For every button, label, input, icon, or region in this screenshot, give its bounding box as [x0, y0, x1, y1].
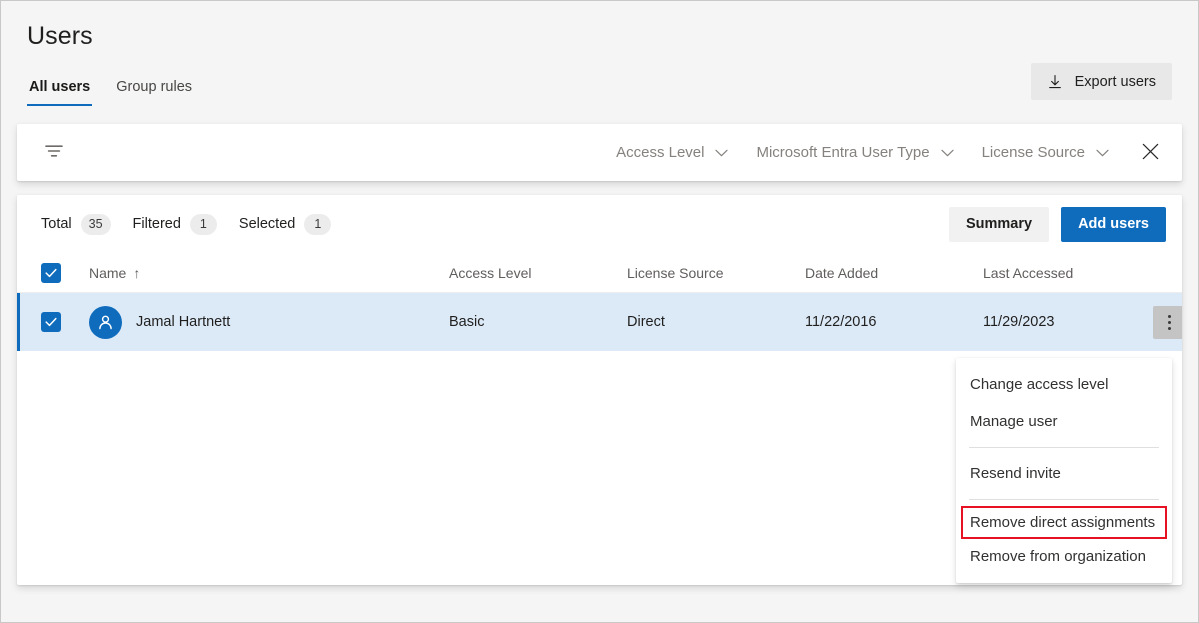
row-select-cell — [41, 312, 89, 332]
column-header-license-source[interactable]: License Source — [627, 265, 805, 281]
column-header-date-added[interactable]: Date Added — [805, 265, 983, 281]
row-license-source: Direct — [627, 314, 805, 330]
count-total-label: Total — [41, 216, 72, 232]
menu-item-remove-from-organization[interactable]: Remove from organization — [956, 538, 1172, 575]
row-access-level: Basic — [449, 314, 627, 330]
more-vertical-icon-dot — [1168, 321, 1171, 324]
row-actions-cell — [1153, 306, 1182, 339]
export-users-button[interactable]: Export users — [1031, 63, 1172, 100]
export-users-label: Export users — [1075, 74, 1156, 90]
table-toolbar: Total 35 Filtered 1 Selected 1 Summary A… — [17, 195, 1182, 253]
download-icon — [1047, 74, 1063, 90]
filter-toggle-button[interactable] — [39, 138, 69, 167]
count-total-badge: 35 — [81, 214, 111, 235]
filter-bar: Access Level Microsoft Entra User Type L… — [17, 124, 1182, 181]
count-selected: Selected 1 — [239, 214, 331, 235]
close-filter-button[interactable] — [1135, 136, 1166, 170]
sort-ascending-icon: ↑ — [133, 265, 140, 281]
close-icon — [1141, 142, 1160, 164]
column-header-name-label: Name — [89, 265, 126, 281]
filter-dropdown-group: Access Level Microsoft Entra User Type L… — [616, 144, 1109, 161]
select-all-checkbox[interactable] — [41, 263, 61, 283]
menu-divider — [969, 447, 1159, 448]
more-vertical-icon-dot — [1168, 327, 1171, 330]
count-selected-badge: 1 — [304, 214, 331, 235]
row-checkbox[interactable] — [41, 312, 61, 332]
filter-entra-user-type-label: Microsoft Entra User Type — [756, 144, 929, 161]
row-date-added: 11/22/2016 — [805, 314, 983, 330]
tab-group-rules[interactable]: Group rules — [114, 73, 194, 106]
row-context-menu: Change access level Manage user Resend i… — [956, 358, 1172, 583]
count-group: Total 35 Filtered 1 Selected 1 — [41, 214, 331, 235]
row-name-cell: Jamal Hartnett — [89, 306, 449, 339]
filter-license-source-label: License Source — [982, 144, 1085, 161]
column-header-name-sortable[interactable]: Name ↑ — [89, 265, 140, 281]
menu-item-resend-invite[interactable]: Resend invite — [956, 455, 1172, 492]
toolbar-actions: Summary Add users — [949, 207, 1166, 242]
row-user-name: Jamal Hartnett — [136, 314, 230, 330]
count-filtered-label: Filtered — [133, 216, 181, 232]
tab-all-users[interactable]: All users — [27, 73, 92, 106]
filter-access-level-label: Access Level — [616, 144, 704, 161]
count-selected-label: Selected — [239, 216, 295, 232]
count-filtered-badge: 1 — [190, 214, 217, 235]
filter-entra-user-type[interactable]: Microsoft Entra User Type — [756, 144, 953, 161]
menu-divider — [969, 499, 1159, 500]
column-header-last-accessed[interactable]: Last Accessed — [983, 265, 1153, 281]
menu-item-remove-direct-assignments[interactable]: Remove direct assignments — [962, 507, 1166, 538]
page-title: Users — [27, 19, 1198, 53]
column-header-name[interactable]: Name ↑ — [89, 265, 449, 281]
chevron-down-icon — [941, 144, 954, 161]
row-last-accessed: 11/29/2023 — [983, 314, 1153, 330]
tab-group-rules-label: Group rules — [116, 79, 192, 95]
table-row[interactable]: Jamal Hartnett Basic Direct 11/22/2016 1… — [17, 293, 1182, 351]
menu-item-change-access-level[interactable]: Change access level — [956, 366, 1172, 403]
filter-license-source[interactable]: License Source — [982, 144, 1109, 161]
summary-button[interactable]: Summary — [949, 207, 1049, 242]
person-icon — [89, 306, 122, 339]
add-users-button[interactable]: Add users — [1061, 207, 1166, 242]
filter-icon — [45, 144, 63, 161]
header-row: All users Group rules Export users — [1, 63, 1198, 106]
row-more-actions-button[interactable] — [1153, 306, 1182, 339]
users-page: { "page": { "title": "Users" }, "tabs": … — [0, 0, 1199, 623]
more-vertical-icon-dot — [1168, 315, 1171, 318]
table-header-row: Name ↑ Access Level License Source Date … — [17, 253, 1182, 293]
tab-list: All users Group rules — [27, 73, 194, 106]
filter-access-level[interactable]: Access Level — [616, 144, 728, 161]
count-total: Total 35 — [41, 214, 111, 235]
chevron-down-icon — [1096, 144, 1109, 161]
page-header: Users — [1, 1, 1198, 53]
column-header-access-level[interactable]: Access Level — [449, 265, 627, 281]
chevron-down-icon — [715, 144, 728, 161]
select-all-cell — [41, 263, 89, 283]
menu-item-manage-user[interactable]: Manage user — [956, 403, 1172, 440]
tab-all-users-label: All users — [29, 79, 90, 95]
count-filtered: Filtered 1 — [133, 214, 217, 235]
